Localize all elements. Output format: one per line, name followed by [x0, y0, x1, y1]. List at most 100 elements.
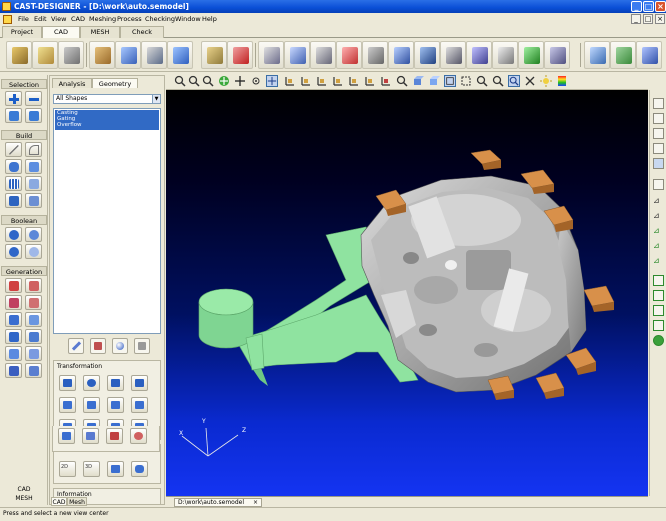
intersect-icon[interactable] [5, 244, 22, 259]
maximize-button[interactable]: □ [643, 1, 654, 12]
color-icon[interactable] [556, 75, 568, 87]
sketch-3d-icon[interactable]: 3D [83, 461, 100, 477]
view2-icon[interactable] [653, 113, 664, 124]
shade-icon[interactable] [412, 75, 424, 87]
chamfer-icon[interactable] [25, 193, 42, 208]
split-icon[interactable] [25, 244, 42, 259]
translate-icon[interactable] [59, 375, 76, 391]
pan-icon[interactable] [234, 75, 246, 87]
gen-pipe-icon[interactable] [5, 278, 22, 293]
zoom-all-icon[interactable] [174, 75, 186, 87]
color-sphere-icon[interactable] [112, 338, 128, 354]
menu-view[interactable]: View [51, 14, 66, 24]
close-icon[interactable]: × [253, 499, 258, 507]
valve-icon[interactable] [388, 41, 414, 69]
rotate-view-icon[interactable] [218, 75, 230, 87]
gen-trim-icon[interactable] [5, 329, 22, 344]
copy-icon[interactable] [59, 397, 76, 413]
globe-icon[interactable] [653, 335, 664, 346]
box-icon[interactable] [107, 461, 124, 477]
view-right-icon[interactable] [332, 75, 344, 87]
tab-mesh[interactable]: MESH [80, 26, 120, 38]
view-left-icon[interactable] [316, 75, 328, 87]
union-icon[interactable] [5, 227, 22, 242]
gen-sweep-icon[interactable] [5, 295, 22, 310]
remove-selection-button[interactable] [25, 91, 42, 106]
gen-knit-icon[interactable] [25, 363, 42, 378]
bottom-tab-mesh[interactable]: Mesh [67, 497, 87, 506]
import-selection-button[interactable] [5, 108, 22, 123]
3d-viewport[interactable]: Y Z X [166, 90, 648, 496]
new-project-icon[interactable] [6, 41, 32, 69]
mirror-shape-icon[interactable] [131, 375, 148, 391]
view-back-icon[interactable] [300, 75, 312, 87]
runner-icon[interactable] [284, 41, 310, 69]
menu-app-icon[interactable] [3, 15, 12, 24]
move-icon[interactable] [518, 41, 544, 69]
tab-project[interactable]: Project [2, 26, 42, 38]
cylinder-icon[interactable] [5, 159, 22, 174]
view4-icon[interactable] [653, 143, 664, 154]
select-icon[interactable] [266, 75, 278, 87]
info-volume-icon[interactable] [58, 428, 75, 444]
document-tab-auto-semodel[interactable]: D:\work\auto.semodel × [174, 498, 262, 507]
tab-analysis[interactable]: Analysis [52, 78, 92, 88]
menu-process[interactable]: Process [117, 14, 142, 24]
gen-revolve-icon[interactable] [25, 295, 42, 310]
overflow-icon[interactable] [310, 41, 336, 69]
gen-offset-icon[interactable] [25, 312, 42, 327]
line-icon[interactable] [5, 142, 22, 157]
export4-icon[interactable] [653, 320, 664, 331]
edit-shape-icon[interactable] [68, 338, 84, 354]
view1-icon[interactable] [653, 98, 664, 109]
pipe-icon[interactable] [362, 41, 388, 69]
shape-list[interactable]: Casting Gating Overflow [53, 108, 161, 334]
gen-blend-icon[interactable] [25, 329, 42, 344]
solid-icon[interactable] [167, 41, 193, 69]
info-distance-icon[interactable] [82, 428, 99, 444]
machine-icon[interactable] [201, 41, 227, 69]
axis2-icon[interactable]: ⊿ [653, 211, 664, 222]
menu-window[interactable]: Window [175, 14, 201, 24]
spray-icon[interactable] [492, 41, 518, 69]
stamp-icon[interactable] [131, 397, 148, 413]
arc-icon[interactable] [25, 142, 42, 157]
footer-mesh-label[interactable]: MESH [1, 495, 47, 503]
menu-help[interactable]: Help [202, 14, 217, 24]
fit-icon[interactable] [460, 75, 472, 87]
close-button[interactable]: × [655, 1, 666, 12]
model-render[interactable] [166, 90, 648, 496]
import-cad-icon[interactable] [89, 41, 115, 69]
hidden-line-icon[interactable] [444, 75, 456, 87]
export-selection-button[interactable] [25, 108, 42, 123]
fillet-icon[interactable] [5, 193, 22, 208]
gen-patch-icon[interactable] [5, 346, 22, 361]
zoom-out-icon[interactable] [492, 75, 504, 87]
tab-geometry[interactable]: Geometry [92, 78, 138, 88]
gen-fill-icon[interactable] [25, 346, 42, 361]
array-icon[interactable] [83, 397, 100, 413]
zoom-box-icon[interactable] [396, 75, 408, 87]
material-icon[interactable] [90, 338, 106, 354]
export3-icon[interactable] [653, 305, 664, 316]
menu-edit[interactable]: Edit [34, 14, 47, 24]
view-top-icon[interactable] [348, 75, 360, 87]
light-icon[interactable] [540, 75, 552, 87]
zoom-in-icon[interactable] [202, 75, 214, 87]
measure-icon[interactable] [508, 75, 520, 87]
scale-part-icon[interactable] [636, 41, 662, 69]
align-icon[interactable] [544, 41, 570, 69]
mirror-icon[interactable] [584, 41, 610, 69]
menu-cad[interactable]: CAD [71, 14, 85, 24]
wire-icon[interactable] [428, 75, 440, 87]
core-icon[interactable] [466, 41, 492, 69]
menu-checking[interactable]: Checking [145, 14, 175, 24]
view-front-icon[interactable] [284, 75, 296, 87]
view-iso-icon[interactable] [380, 75, 392, 87]
die-icon[interactable] [414, 41, 440, 69]
gen-loft-icon[interactable] [25, 278, 42, 293]
bottom-tab-cad[interactable]: CAD [51, 497, 67, 506]
modify-icon[interactable] [141, 41, 167, 69]
mdi-restore-button[interactable]: □ [643, 14, 653, 24]
align-shape-icon[interactable] [107, 397, 124, 413]
